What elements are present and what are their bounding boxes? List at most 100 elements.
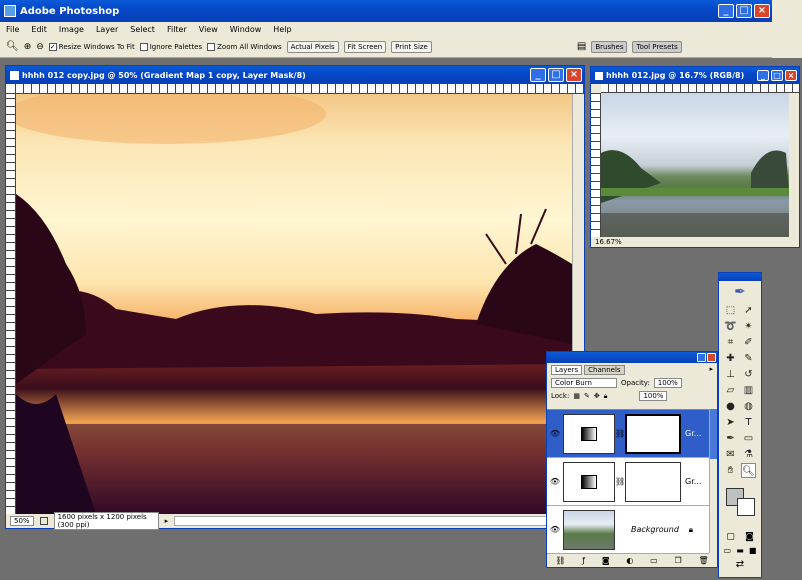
type-tool-icon[interactable]: T [741, 415, 756, 430]
palette-close-button[interactable] [707, 353, 716, 362]
zoom-out-icon[interactable]: ⊖ [36, 42, 44, 52]
move-tool-icon[interactable]: ➚ [741, 303, 756, 318]
zoom-tool-selected-icon[interactable]: 🔍︎ [741, 463, 756, 478]
visibility-eye-icon[interactable]: 👁︎ [547, 477, 563, 486]
stamp-tool-icon[interactable]: ⊥ [723, 367, 738, 382]
screen-mode-full-menu-icon[interactable]: ▬ [736, 546, 744, 555]
menu-layer[interactable]: Layer [96, 25, 118, 34]
crop-tool-icon[interactable]: ⌗ [723, 335, 738, 350]
trash-icon[interactable]: 🗑︎ [698, 556, 708, 565]
document2-maximize-button[interactable]: □ [771, 70, 783, 81]
vertical-ruler[interactable] [6, 94, 16, 514]
menu-file[interactable]: File [6, 25, 19, 34]
zoom-tool-icon[interactable]: 🔍︎ [6, 41, 19, 52]
blend-mode-select[interactable]: Color Burn [551, 378, 617, 388]
document2-title-bar[interactable]: hhhh 012.jpg @ 16.7% (RGB/8) _ □ × [591, 67, 799, 84]
document-minimize-button[interactable]: _ [530, 68, 546, 82]
lock-transparency-icon[interactable]: ▦ [573, 392, 580, 400]
close-button[interactable]: × [754, 4, 770, 18]
menu-filter[interactable]: Filter [167, 25, 187, 34]
layer-row[interactable]: 👁︎ ⛓︎ Gr... [547, 410, 709, 458]
slice-tool-icon[interactable]: ✐ [741, 335, 756, 350]
fill-input[interactable]: 100% [639, 391, 668, 401]
eyedropper-tool-icon[interactable]: ⚗︎ [741, 447, 756, 462]
zoom-all-windows-option[interactable]: Zoom All Windows [207, 42, 282, 51]
maximize-button[interactable]: □ [736, 4, 752, 18]
doc2-horizontal-ruler[interactable] [601, 84, 799, 93]
layer-style-icon[interactable]: ƒ [582, 556, 585, 565]
scroll-thumb[interactable] [710, 409, 717, 459]
lasso-tool-icon[interactable]: ➰ [723, 319, 738, 334]
document-close-button[interactable]: × [566, 68, 582, 82]
eraser-tool-icon[interactable]: ▱ [723, 383, 738, 398]
screen-mode-full-icon[interactable]: ■ [749, 546, 757, 555]
new-layer-icon[interactable]: ❐ [675, 556, 682, 565]
canvas-image[interactable] [16, 94, 572, 514]
screen-mode-standard-icon[interactable]: ▭ [724, 546, 732, 555]
adobe-feather-icon[interactable]: ✒︎ [719, 281, 761, 303]
tab-channels[interactable]: Channels [584, 365, 625, 375]
horizontal-ruler[interactable] [16, 84, 584, 94]
color-swatches[interactable] [723, 482, 757, 526]
lock-all-icon[interactable]: 🔒︎ [604, 392, 608, 401]
jump-to-imageready-icon[interactable]: ⇄ [719, 557, 761, 570]
add-mask-icon[interactable]: ◙ [602, 556, 610, 565]
brush-tool-icon[interactable]: ✎ [741, 351, 756, 366]
zoom-level-field[interactable]: 50% [10, 516, 34, 526]
menu-select[interactable]: Select [130, 25, 155, 34]
doc2-zoom-level[interactable]: 16.67% [595, 238, 622, 246]
dodge-tool-icon[interactable]: ◍ [741, 399, 756, 414]
document2-close-button[interactable]: × [785, 70, 797, 81]
doc2-vertical-scrollbar[interactable] [789, 93, 799, 237]
palette-well-icon[interactable]: ▤ [577, 41, 586, 52]
path-select-tool-icon[interactable]: ➤ [723, 415, 738, 430]
layer-mask-thumbnail[interactable] [625, 461, 681, 502]
tab-brushes[interactable]: Brushes [591, 40, 628, 53]
status-menu-arrow-icon[interactable]: ▸ [165, 517, 169, 525]
pen-tool-icon[interactable]: ✒︎ [723, 431, 738, 446]
blur-tool-icon[interactable]: ● [723, 399, 738, 414]
link-layers-icon[interactable]: ⛓︎ [555, 556, 565, 565]
notes-tool-icon[interactable]: ✉︎ [723, 447, 738, 462]
doc2-vertical-ruler[interactable] [591, 93, 601, 237]
history-brush-tool-icon[interactable]: ↺ [741, 367, 756, 382]
menu-window[interactable]: Window [230, 25, 262, 34]
layers-scrollbar[interactable] [709, 409, 717, 553]
tab-tool-presets[interactable]: Tool Presets [632, 40, 682, 53]
menu-help[interactable]: Help [273, 25, 291, 34]
shape-tool-icon[interactable]: ▭ [741, 431, 756, 446]
quick-mask-mode-icon[interactable]: ◙ [745, 532, 754, 542]
standard-mode-icon[interactable]: ▢ [726, 532, 735, 542]
lock-move-icon[interactable]: ✥ [594, 392, 600, 400]
menu-edit[interactable]: Edit [31, 25, 47, 34]
magic-wand-tool-icon[interactable]: ✴︎ [741, 319, 756, 334]
layer-row[interactable]: 👁︎ Background 🔒︎ [547, 506, 709, 554]
healing-brush-tool-icon[interactable]: ✚ [723, 351, 738, 366]
menu-view[interactable]: View [199, 25, 218, 34]
lock-paint-icon[interactable]: ✎ [584, 392, 590, 400]
new-group-icon[interactable]: ▭ [650, 556, 658, 565]
doc2-canvas-image[interactable] [601, 93, 789, 237]
actual-pixels-button[interactable]: Actual Pixels [286, 40, 339, 53]
background-color-swatch[interactable] [737, 498, 755, 516]
ignore-palettes-option[interactable]: Ignore Palettes [139, 42, 202, 51]
layer-mask-thumbnail[interactable] [625, 413, 681, 454]
horizontal-scrollbar[interactable] [174, 516, 572, 526]
menu-image[interactable]: Image [59, 25, 84, 34]
print-size-button[interactable]: Print Size [391, 40, 432, 53]
visibility-eye-icon[interactable]: 👁︎ [547, 525, 563, 534]
layer-row[interactable]: 👁︎ ⛓︎ Gr... [547, 458, 709, 506]
fit-screen-button[interactable]: Fit Screen [343, 40, 387, 53]
zoom-in-icon[interactable]: ⊕ [24, 42, 32, 52]
palette-minimize-button[interactable] [697, 353, 706, 362]
document-maximize-button[interactable]: □ [548, 68, 564, 82]
document-title-bar[interactable]: hhhh 012 copy.jpg @ 50% (Gradient Map 1 … [6, 66, 584, 84]
opacity-input[interactable]: 100% [653, 378, 682, 388]
marquee-tool-icon[interactable]: ⬚ [723, 303, 738, 318]
palette-menu-arrow-icon[interactable]: ▸ [709, 365, 713, 375]
tab-layers[interactable]: Layers [551, 365, 583, 375]
gradient-tool-icon[interactable]: ▥ [741, 383, 756, 398]
adjustment-layer-icon[interactable]: ◐ [626, 556, 633, 565]
minimize-button[interactable]: _ [718, 4, 734, 18]
document2-minimize-button[interactable]: _ [757, 70, 769, 81]
